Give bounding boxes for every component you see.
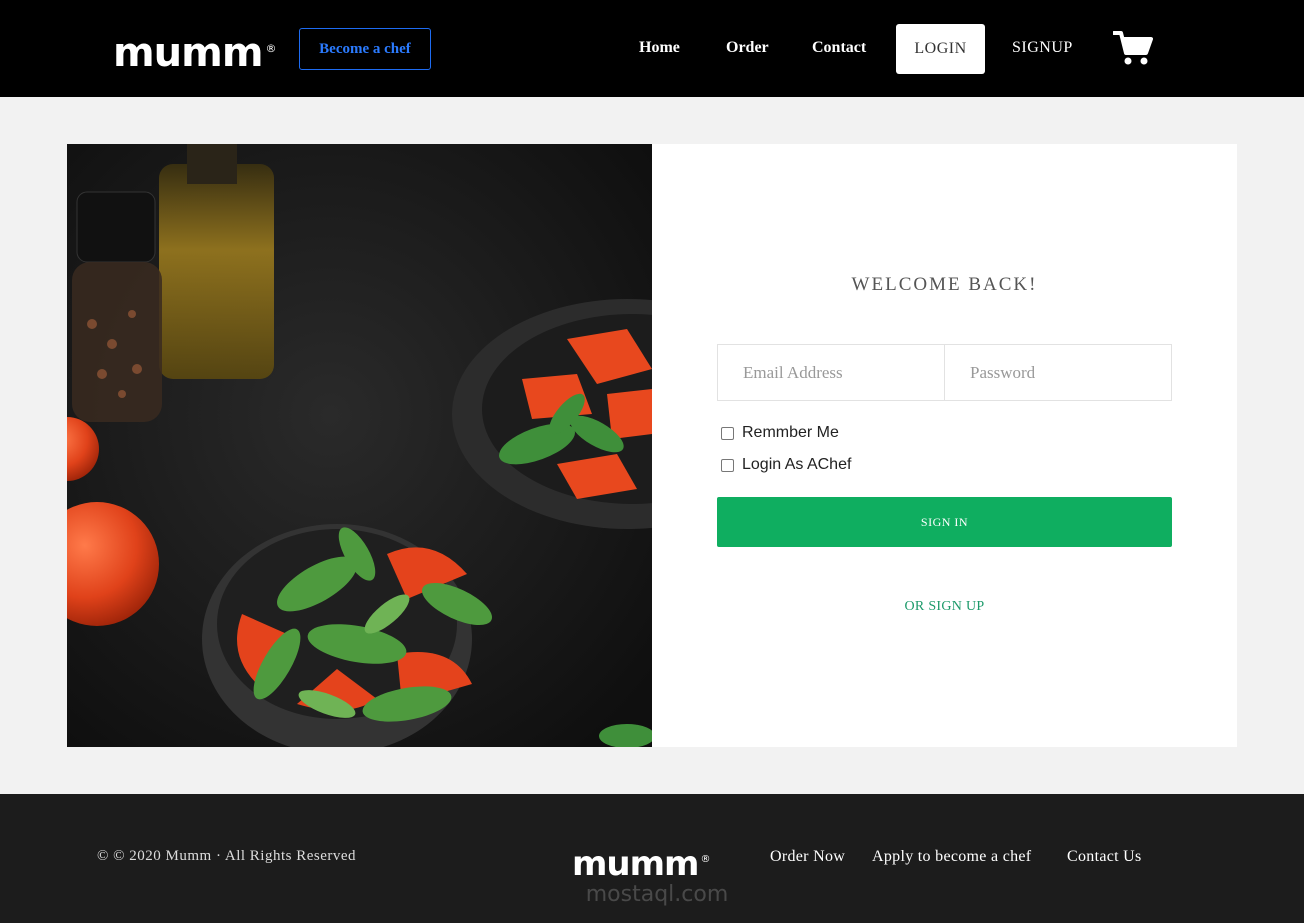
nav-home[interactable]: Home [639, 38, 680, 58]
food-photo [67, 144, 652, 747]
copyright-text: © © 2020 Mumm · All Rights Reserved [97, 848, 357, 864]
or-sign-up-link[interactable]: OR SIGN UP [652, 599, 1237, 615]
nav-contact[interactable]: Contact [812, 38, 866, 58]
footer-order-now-link[interactable]: Order Now [770, 848, 845, 866]
logo[interactable]: mumm ® [113, 30, 277, 76]
login-as-chef-label: Login As AChef [742, 456, 852, 473]
email-placeholder: Email Address [743, 362, 843, 382]
password-placeholder: Password [970, 362, 1036, 382]
login-as-chef-checkbox[interactable] [721, 458, 734, 472]
svg-text:mostaql.com: mostaql.com [586, 882, 729, 906]
footer-logo[interactable]: mumm ® [572, 844, 711, 884]
login-as-chef-row[interactable]: Login As AChef [721, 456, 851, 474]
footer-registered-mark: ® [700, 854, 711, 865]
password-input[interactable]: Password [944, 344, 1172, 401]
nav-order[interactable]: Order [726, 38, 769, 58]
footer-contact-us-link[interactable]: Contact Us [1067, 848, 1142, 866]
welcome-title: WELCOME BACK! [851, 274, 1038, 295]
nav-login-button[interactable]: LOGIN [896, 24, 985, 74]
site-header: mumm ® Become a chef Home Order Contact L… [0, 0, 1304, 97]
email-input[interactable]: Email Address [717, 344, 945, 401]
salad-illustration [67, 144, 652, 747]
site-footer: © © 2020 Mumm · All Rights Reserved most… [0, 794, 1304, 923]
footer-apply-chef-link[interactable]: Apply to become a chef [872, 848, 1031, 866]
sign-in-button[interactable]: SIGN IN [717, 497, 1172, 547]
footer-logo-text: mumm [572, 844, 699, 884]
nav-signup[interactable]: SIGNUP [1012, 38, 1073, 58]
remember-me-label: Remmber Me [742, 424, 839, 441]
remember-me-checkbox[interactable] [721, 426, 734, 440]
remember-me-row[interactable]: Remmber Me [721, 424, 839, 442]
login-panel: WELCOME BACK! Email Address Password Rem… [652, 144, 1237, 747]
logo-text: mumm [113, 30, 264, 76]
shopping-cart-icon[interactable] [1113, 30, 1153, 66]
become-chef-button[interactable]: Become a chef [299, 28, 431, 70]
registered-mark: ® [265, 42, 277, 55]
